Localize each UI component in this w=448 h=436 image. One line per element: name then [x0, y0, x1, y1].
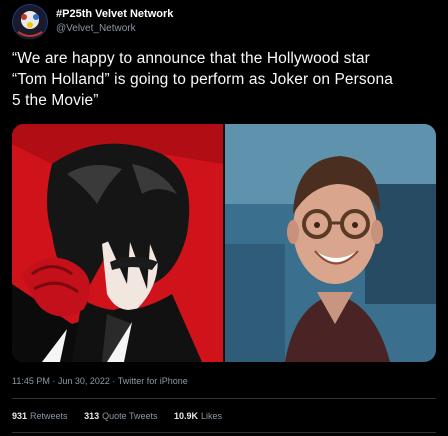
avatar-logo-icon	[13, 5, 47, 39]
tweet-text-line-1: “We are happy to announce that the Holly…	[12, 50, 370, 67]
author-handle[interactable]: @Velvet_Network	[56, 23, 136, 34]
likes-label: Likes	[201, 411, 223, 421]
retweets-label: Retweets	[30, 411, 68, 421]
retweets-count: 931	[12, 411, 28, 421]
avatar[interactable]	[12, 4, 48, 40]
likes-stat[interactable]: 10.9K Likes	[174, 411, 222, 421]
tweet-text: “We are happy to announce that the Holly…	[12, 48, 436, 111]
divider	[12, 432, 436, 433]
tweet-timestamp[interactable]: 11:45 PM · Jun 30, 2022 · Twitter for iP…	[12, 376, 188, 386]
tweet-stats: 931 Retweets 313 Quote Tweets 10.9K Likes	[12, 411, 236, 421]
tweet-text-line-3: 5 the Movie”	[12, 92, 99, 109]
quote-tweets-label: Quote Tweets	[102, 411, 158, 421]
quote-tweets-count: 313	[84, 411, 100, 421]
tweet-header: #P25th Velvet Network @Velvet_Network	[12, 2, 432, 42]
tom-holland-photo[interactable]	[225, 124, 436, 362]
quote-tweets-stat[interactable]: 313 Quote Tweets	[84, 411, 157, 421]
author-display-name[interactable]: #P25th Velvet Network	[56, 8, 173, 20]
divider	[12, 398, 436, 399]
likes-count: 10.9K	[174, 411, 199, 421]
retweets-stat[interactable]: 931 Retweets	[12, 411, 68, 421]
tweet-text-line-2: “Tom Holland” is going to perform as Jok…	[12, 71, 393, 88]
tweet-media[interactable]	[12, 124, 436, 362]
joker-artwork-image[interactable]	[12, 124, 223, 362]
